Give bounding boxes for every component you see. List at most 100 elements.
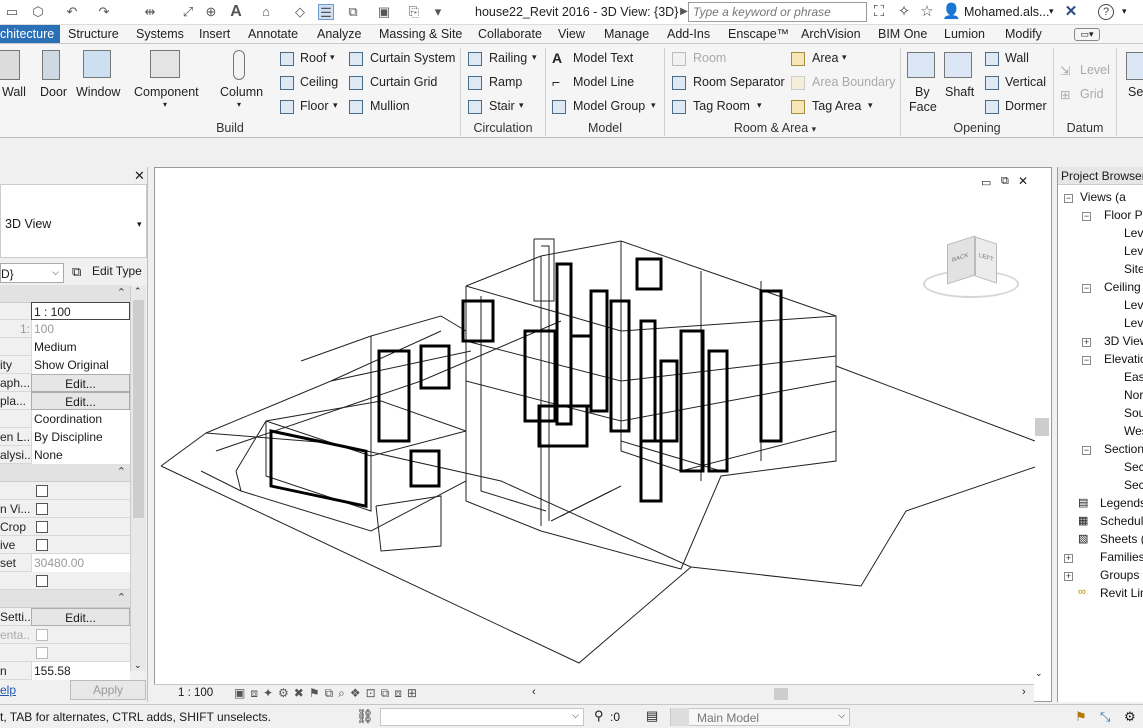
- roof-dropdown-icon[interactable]: ▾: [330, 52, 335, 63]
- room-button[interactable]: Room: [693, 51, 726, 65]
- checkbox[interactable]: [36, 485, 48, 497]
- set-button[interactable]: Se: [1128, 85, 1143, 99]
- subscription-icon[interactable]: ✧: [895, 3, 913, 21]
- scrollbar[interactable]: ⌃ ⌄: [130, 286, 146, 671]
- tree-site[interactable]: Site: [1124, 262, 1143, 276]
- user-icon[interactable]: 👤: [942, 3, 961, 21]
- tab-annotate[interactable]: Annotate: [248, 27, 298, 41]
- detail-level-field[interactable]: Medium: [31, 338, 130, 356]
- vg-edit-button[interactable]: Edit...: [31, 374, 130, 392]
- tree-level[interactable]: Leve: [1124, 226, 1143, 240]
- tree-elevations[interactable]: Elevatio: [1104, 352, 1143, 366]
- ceiling-button[interactable]: Ceiling: [300, 75, 338, 89]
- tree-west[interactable]: Wes: [1124, 424, 1143, 438]
- crop-view-checkbox[interactable]: [36, 503, 48, 515]
- scroll-left-icon[interactable]: ‹: [532, 686, 536, 698]
- view-scale[interactable]: 1 : 100: [178, 687, 213, 699]
- switch-windows-icon[interactable]: ▣: [376, 4, 392, 20]
- wall-button[interactable]: Wall: [2, 85, 26, 99]
- tree-north[interactable]: Nor: [1124, 388, 1143, 402]
- design-options-icon[interactable]: ▤: [646, 708, 658, 724]
- eye-elevation-field[interactable]: 155.58: [31, 662, 130, 680]
- select-underlay-icon[interactable]: ⤡: [1100, 709, 1110, 725]
- user-menu-icon[interactable]: ▾: [1049, 6, 1054, 17]
- component-button[interactable]: Component: [134, 85, 199, 99]
- tab-systems[interactable]: Systems: [136, 27, 184, 41]
- expand-icon[interactable]: +: [1064, 572, 1073, 581]
- door-button[interactable]: Door: [40, 85, 67, 99]
- tab-collaborate[interactable]: Collaborate: [478, 27, 542, 41]
- horizontal-scroll-thumb[interactable]: [774, 688, 788, 700]
- hidden-line-field[interactable]: By Discipline: [31, 428, 130, 446]
- open-icon[interactable]: ▭: [4, 4, 20, 20]
- measure-icon[interactable]: ⇹: [142, 4, 158, 20]
- undo-icon[interactable]: ↶: [64, 4, 80, 20]
- thin-lines-icon[interactable]: ☰: [318, 4, 334, 20]
- scroll-right-icon[interactable]: ›: [1022, 686, 1026, 698]
- shaft-button[interactable]: Shaft: [945, 85, 974, 99]
- tab-massing-site[interactable]: Massing & Site: [379, 27, 462, 41]
- scroll-down-icon[interactable]: ⌄: [1035, 668, 1043, 679]
- user-name[interactable]: Mohamed.als...: [964, 5, 1049, 19]
- tree-families[interactable]: Families: [1100, 550, 1143, 564]
- by-face-button-line1[interactable]: By: [915, 85, 930, 99]
- 3d-view-canvas[interactable]: ▭ ⧉ ✕ BACK LEFT ⌄: [154, 167, 1052, 702]
- railing-button[interactable]: Railing: [489, 51, 527, 65]
- collapse-icon[interactable]: −: [1082, 212, 1091, 221]
- extents-section-header[interactable]: ⌃: [0, 464, 130, 482]
- tag-area-button[interactable]: Tag Area: [812, 99, 861, 113]
- model-line-button[interactable]: Model Line: [573, 75, 634, 89]
- display-edit-button[interactable]: Edit...: [31, 392, 130, 410]
- edit-type-button[interactable]: Edit Type: [92, 264, 142, 278]
- tab-archvision[interactable]: ArchVision: [801, 27, 861, 41]
- tree-sections[interactable]: Section: [1104, 442, 1143, 456]
- ramp-button[interactable]: Ramp: [489, 75, 522, 89]
- column-button[interactable]: Column: [220, 85, 263, 99]
- vertical-scroll-thumb[interactable]: [1035, 418, 1049, 436]
- tree-schedules[interactable]: Schedul: [1100, 514, 1143, 528]
- qa-menu-icon[interactable]: ▾: [430, 4, 446, 20]
- tab-manage[interactable]: Manage: [604, 27, 649, 41]
- model-group-button[interactable]: Model Group: [573, 99, 645, 113]
- ribbon-minimize-icon[interactable]: ▭▾: [1074, 28, 1100, 41]
- collapse-icon[interactable]: −: [1082, 356, 1091, 365]
- favorites-icon[interactable]: ☆: [918, 3, 936, 21]
- tree-section[interactable]: Sect: [1124, 460, 1143, 474]
- text-icon[interactable]: A: [228, 4, 244, 20]
- room-area-panel-title[interactable]: Room & Area ▾: [665, 121, 885, 135]
- tab-enscape[interactable]: Enscape™: [728, 27, 789, 41]
- stair-button[interactable]: Stair: [489, 99, 515, 113]
- tree-south[interactable]: Sou: [1124, 406, 1143, 420]
- help-menu-icon[interactable]: ▾: [1122, 6, 1127, 17]
- tab-lumion[interactable]: Lumion: [944, 27, 985, 41]
- tree-level[interactable]: Leve: [1124, 316, 1143, 330]
- collapse-icon[interactable]: −: [1082, 446, 1091, 455]
- room-separator-button[interactable]: Room Separator: [693, 75, 785, 89]
- floor-button[interactable]: Floor: [300, 99, 328, 113]
- customize-icon[interactable]: ⎘: [406, 4, 422, 20]
- workset-selector[interactable]: ⌵: [380, 708, 584, 726]
- tag-room-dropdown-icon[interactable]: ▾: [757, 100, 762, 111]
- scroll-down-icon[interactable]: ⌄: [134, 660, 142, 671]
- tree-level[interactable]: Leve: [1124, 244, 1143, 258]
- area-boundary-button[interactable]: Area Boundary: [812, 75, 895, 89]
- vertical-opening-button[interactable]: Vertical: [1005, 75, 1046, 89]
- tree-3d-views[interactable]: 3D View: [1104, 334, 1143, 348]
- tab-structure[interactable]: Structure: [68, 27, 119, 41]
- dormer-button[interactable]: Dormer: [1005, 99, 1047, 113]
- tree-revit-links[interactable]: Revit Lin: [1100, 586, 1143, 600]
- edit-type-icon[interactable]: ⧉: [72, 264, 81, 280]
- model-group-dropdown-icon[interactable]: ▾: [651, 100, 656, 111]
- tree-views[interactable]: Views (a: [1080, 190, 1126, 204]
- close-icon[interactable]: ✕: [134, 168, 145, 184]
- tree-floor-plans[interactable]: Floor Pl: [1104, 208, 1143, 222]
- stair-dropdown-icon[interactable]: ▾: [519, 100, 524, 111]
- tab-modify[interactable]: Modify: [1005, 27, 1042, 41]
- curtain-grid-button[interactable]: Curtain Grid: [370, 75, 437, 89]
- area-button[interactable]: Area: [812, 51, 838, 65]
- tab-view[interactable]: View: [558, 27, 585, 41]
- area-dropdown-icon[interactable]: ▾: [842, 52, 847, 63]
- analysis-display-field[interactable]: None: [31, 446, 130, 464]
- tab-bim-one[interactable]: BIM One: [878, 27, 927, 41]
- collapse-icon[interactable]: −: [1082, 284, 1091, 293]
